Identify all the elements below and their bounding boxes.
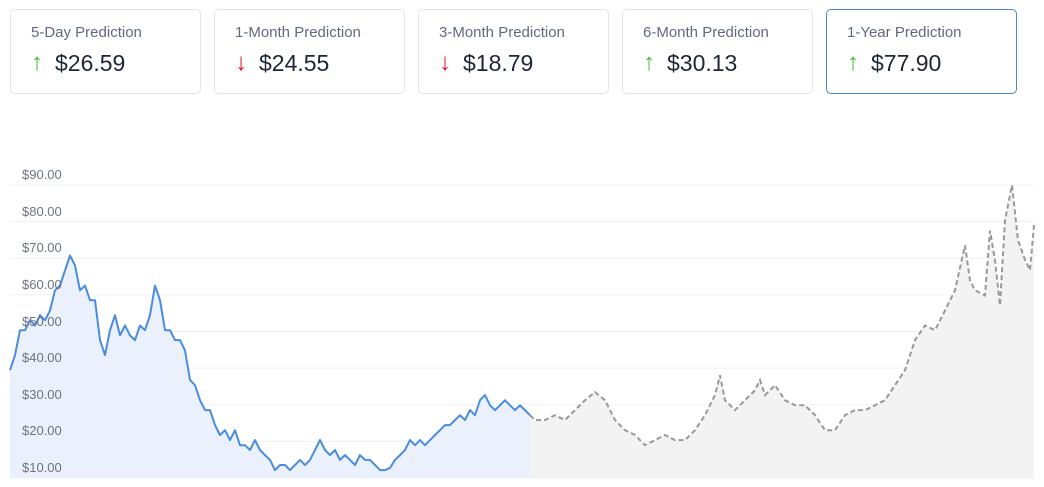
y-tick-label: $20.00 <box>22 423 62 439</box>
historical-area <box>10 255 530 478</box>
y-tick-label: $50.00 <box>22 313 62 329</box>
y-tick-label: $70.00 <box>22 240 62 256</box>
y-tick-label: $40.00 <box>22 350 62 366</box>
price-chart <box>9 184 1035 479</box>
y-tick-label: $80.00 <box>22 203 62 219</box>
y-tick-label: $90.00 <box>22 167 62 182</box>
y-tick-label: $60.00 <box>22 276 62 292</box>
y-tick-label: $10.00 <box>22 460 62 475</box>
y-tick-label: $30.00 <box>22 386 62 402</box>
